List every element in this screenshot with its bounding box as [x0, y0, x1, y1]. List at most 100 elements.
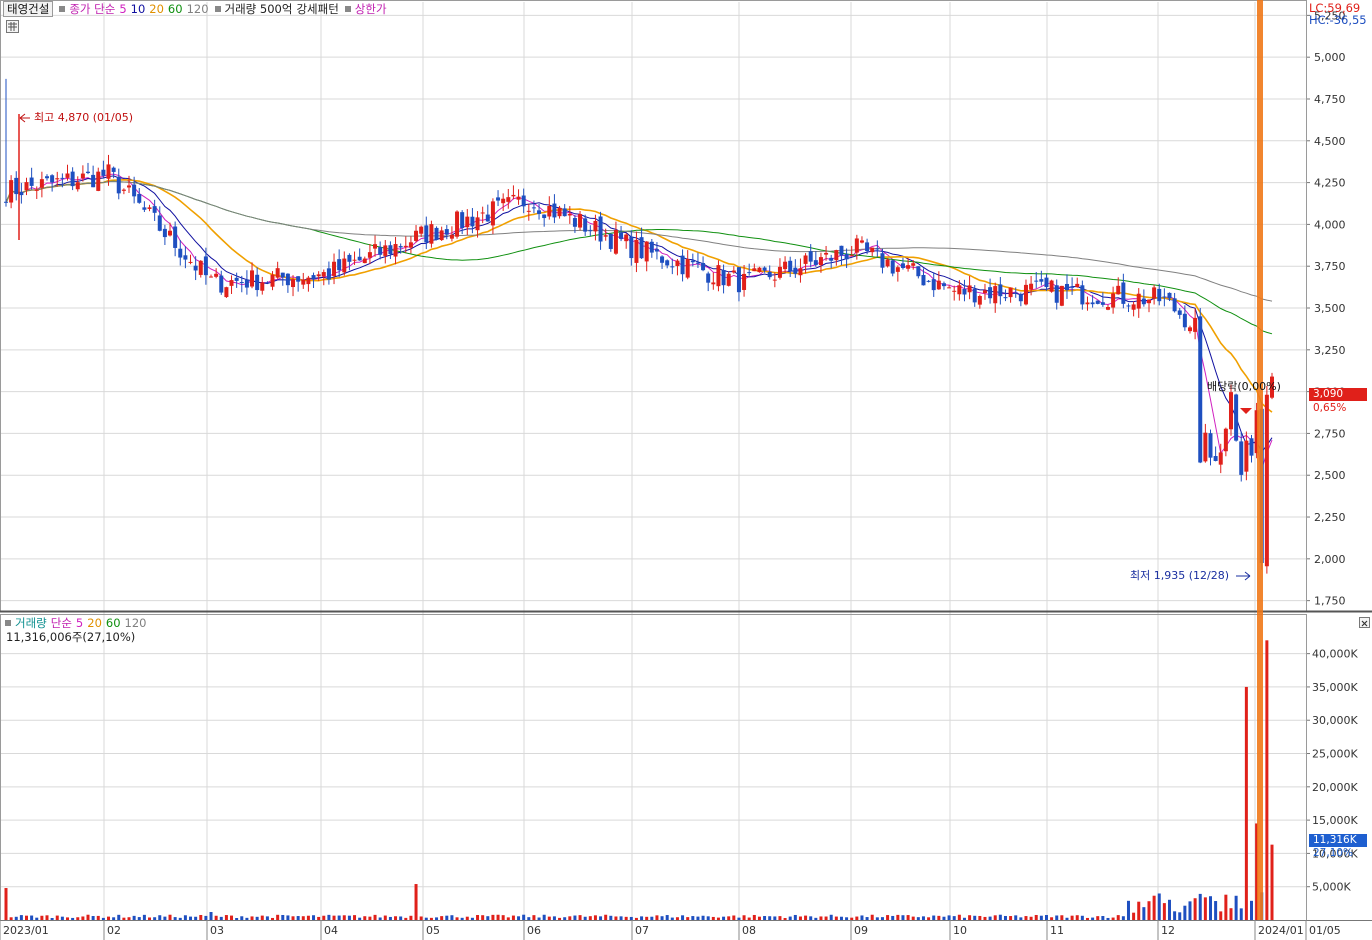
volume-tick-label: 25,000K: [1312, 748, 1358, 761]
table-icon[interactable]: [6, 20, 19, 33]
volume-bar: [19, 915, 23, 920]
candle-body: [854, 238, 859, 253]
candle-body: [870, 247, 875, 253]
candle-body: [408, 242, 413, 248]
candle-body: [121, 189, 126, 191]
volume-bar: [542, 914, 546, 920]
volume-tick-label: 40,000K: [1312, 648, 1358, 661]
candle-body: [9, 180, 14, 203]
volume-bar: [445, 915, 449, 920]
volume-bar: [952, 916, 956, 920]
volume-bar: [301, 916, 305, 920]
candle-body: [342, 258, 347, 273]
candle-body: [911, 263, 916, 266]
candle-body: [188, 261, 193, 263]
volume-bar: [563, 917, 567, 920]
candle-body: [721, 270, 726, 286]
price-tick-label: 3,500: [1314, 302, 1346, 315]
volume-bar: [973, 915, 977, 920]
ma-period-20: 20: [149, 2, 164, 16]
volume-bar: [496, 914, 500, 920]
candle-body: [388, 245, 393, 254]
candle-body: [900, 263, 905, 268]
candle-body: [690, 260, 695, 263]
vol-ma-60: 60: [105, 616, 121, 630]
candle-body: [516, 196, 521, 200]
volume-bar: [1116, 915, 1120, 920]
stock-name-tab[interactable]: 태영건설: [3, 1, 54, 17]
volume-bar: [701, 915, 705, 920]
candle-body: [275, 268, 280, 278]
table-grid-icon: [8, 22, 17, 31]
candle-body: [680, 255, 685, 275]
volume-bar: [552, 916, 556, 920]
candle-body: [1064, 283, 1069, 291]
volume-bar: [55, 915, 59, 920]
volume-ma-type: 단순: [50, 616, 72, 630]
volume-bar: [614, 916, 618, 920]
candle-body: [921, 274, 926, 286]
x-tick-label: 08: [742, 924, 756, 937]
candle-body: [619, 232, 624, 239]
candle-body: [767, 271, 772, 278]
x-tick-label: 09: [854, 924, 868, 937]
candle-body: [1234, 394, 1239, 441]
volume-bar: [107, 916, 111, 920]
candle-body: [742, 273, 747, 290]
volume-bar: [573, 915, 577, 920]
close-panel-icon[interactable]: [1359, 617, 1370, 628]
volume-bar: [819, 916, 823, 920]
volume-bar: [1162, 903, 1166, 920]
volume-bar: [265, 916, 269, 920]
volume-bar: [634, 917, 638, 920]
volume-bar: [60, 916, 64, 920]
candle-body: [670, 266, 675, 268]
candle-body: [316, 274, 321, 277]
candle-body: [106, 164, 111, 179]
candle-body: [1090, 302, 1095, 305]
volume-bar: [609, 915, 613, 920]
low-annotation: 최저 1,935 (12/28): [1130, 569, 1230, 582]
candle-body: [818, 257, 823, 266]
candle-body: [444, 229, 449, 235]
candle-body: [639, 237, 644, 259]
candle-body: [1121, 282, 1126, 304]
candle-body: [593, 220, 598, 232]
candle-body: [209, 276, 214, 278]
volume-bar: [1188, 901, 1192, 920]
candle-body: [701, 263, 706, 271]
candle-body: [511, 194, 516, 197]
candle-body: [1085, 302, 1090, 305]
candle-body: [936, 280, 941, 290]
volume-bar: [337, 915, 341, 920]
candle-body: [142, 207, 147, 210]
candle-body: [1177, 310, 1182, 315]
candle-body: [485, 214, 490, 222]
axes: 1,7502,0002,2502,5002,7503,0003,2503,500…: [0, 0, 1372, 940]
candle-body: [414, 230, 419, 241]
candle-body: [137, 194, 142, 203]
candle-body: [14, 177, 19, 195]
candle-body: [1198, 316, 1203, 463]
volume-bar: [327, 914, 331, 920]
candle-body: [629, 236, 634, 259]
volume-bar: [737, 917, 741, 920]
candle-body: [475, 217, 480, 231]
volume-bar: [727, 916, 731, 920]
candle-body: [578, 214, 583, 228]
volume-bar: [281, 914, 285, 920]
volume-bar: [45, 915, 49, 920]
candle-body: [116, 176, 121, 194]
limit-up-label: 상한가: [354, 2, 387, 16]
candle-body: [1167, 292, 1172, 299]
volume-bar: [675, 917, 679, 920]
candle-body: [1003, 297, 1008, 299]
candle-body: [526, 210, 531, 212]
x-tick-label: 06: [527, 924, 541, 937]
price-tick-label: 2,500: [1314, 469, 1346, 482]
candle-body: [762, 267, 767, 271]
candle-body: [1172, 298, 1177, 312]
candle-body: [859, 240, 864, 243]
volume-bar: [993, 915, 997, 920]
volume-bar: [855, 916, 859, 920]
